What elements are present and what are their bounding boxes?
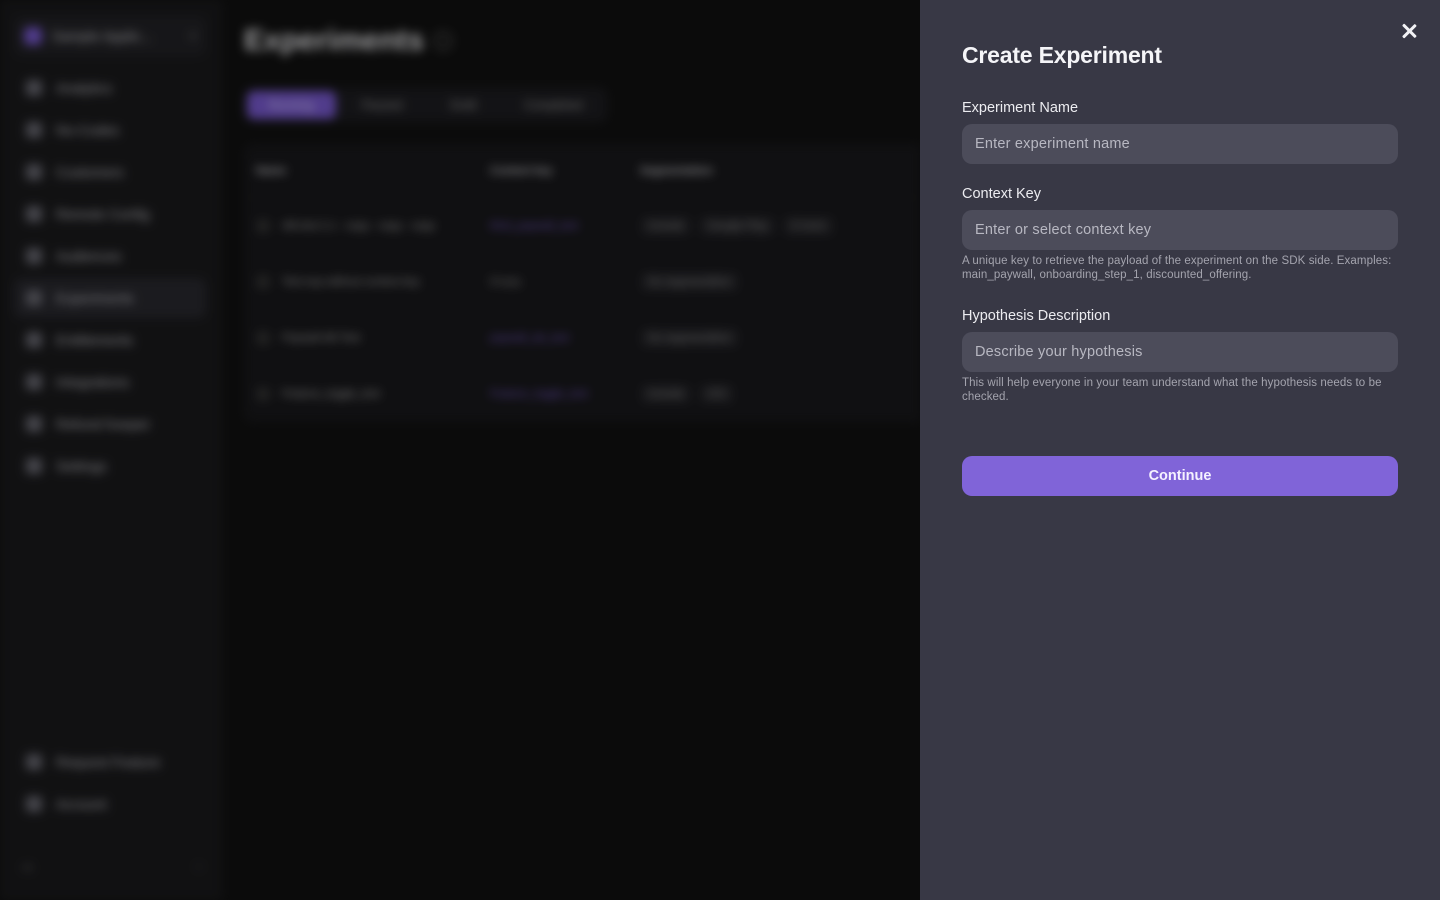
context-key-label: Context Key xyxy=(962,186,1041,202)
drawer-title: Create Experiment xyxy=(962,42,1162,68)
hypothesis-help-text: This will help everyone in your team und… xyxy=(962,377,1382,403)
context-key-input[interactable] xyxy=(962,210,1398,250)
app-root: Sample Applic... ▾ Analytics No-Codes Cu… xyxy=(0,0,1440,900)
hypothesis-label: Hypothesis Description xyxy=(962,308,1111,324)
experiment-name-label: Experiment Name xyxy=(962,100,1079,116)
hypothesis-input[interactable] xyxy=(962,332,1398,372)
context-key-help-text: A unique key to retrieve the payload of … xyxy=(962,255,1392,281)
experiment-name-input[interactable] xyxy=(962,124,1398,164)
modal-backdrop[interactable] xyxy=(0,0,920,900)
close-icon[interactable] xyxy=(1398,20,1420,42)
continue-button[interactable]: Continue xyxy=(962,456,1398,496)
